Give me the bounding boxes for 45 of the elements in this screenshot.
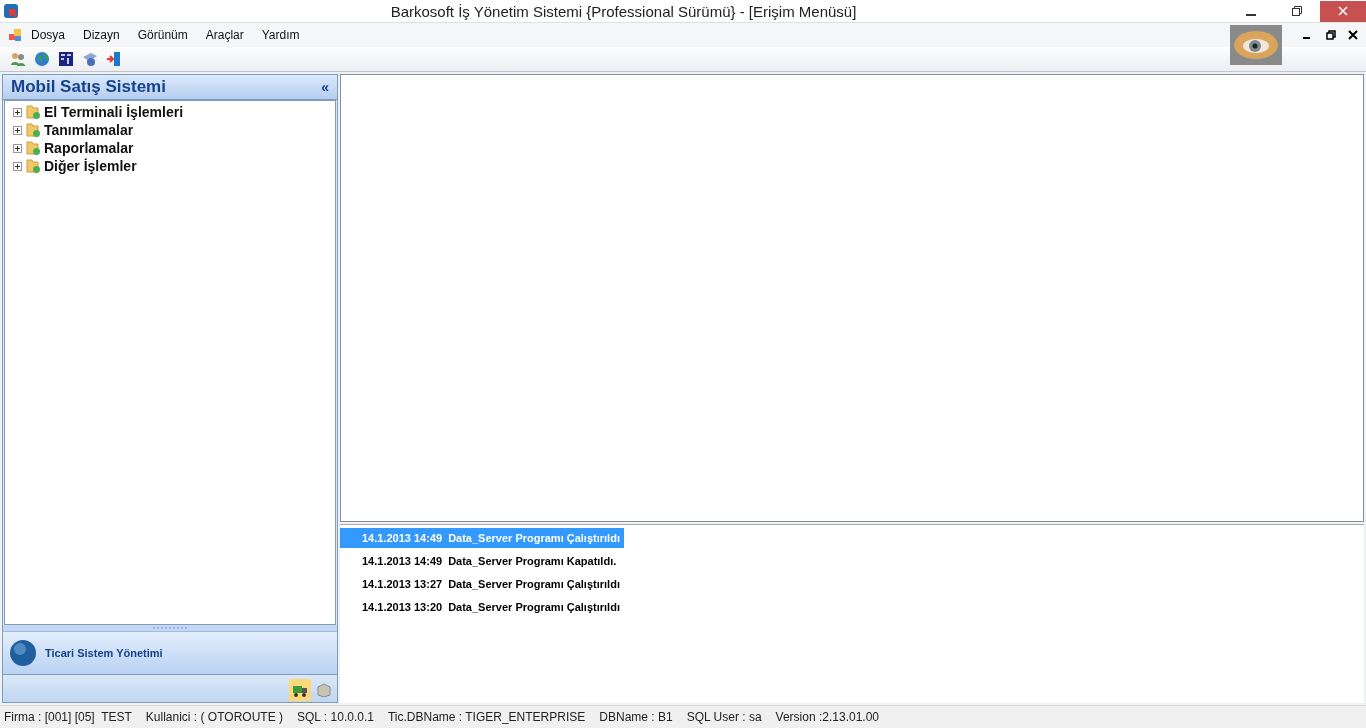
folder-icon [25,104,41,120]
log-entry[interactable]: 14.1.2013 13:20 Data_Server Programı Çalıştırıldı [340,597,624,617]
log-entry[interactable]: 14.1.2013 13:27 Data_Server Programı Çalıştırıldı [340,574,624,594]
menu-item[interactable]: Görünüm [128,24,197,46]
tree-item[interactable]: El Terminali İşlemleri [44,104,184,120]
close-button[interactable] [1320,0,1366,22]
status-item: Firma : [001] [05] TEST [4,710,132,724]
splitter-handle[interactable] [3,625,337,631]
collapse-button[interactable]: « [321,79,329,95]
status-item: Version :2.13.01.00 [775,710,879,724]
status-item: Kullanici : ( OTOROUTE ) [145,710,283,724]
eye-picture [1230,25,1282,65]
mdi-close-icon[interactable] [1348,30,1358,40]
window-title: Barkosoft İş Yönetim Sistemi {Professional Sürümü} - [Erişim Menüsü] [389,2,858,20]
mdi-restore-icon[interactable] [1326,30,1336,40]
status-item: DBName : B1 [599,710,673,724]
folder-icon [25,122,41,138]
close-icon [1338,6,1348,16]
sidebar-title: Mobil Satış Sistemi [11,77,166,97]
chart-board-icon[interactable] [56,49,76,69]
expand-icon[interactable] [13,125,22,135]
menu-item[interactable]: Dosya [22,24,74,46]
app-menu-icon[interactable] [8,28,22,42]
tree-item[interactable]: Raporlamalar [44,140,134,156]
globe-icon[interactable] [32,49,52,69]
nav-button[interactable]: Ticari Sistem Yönetimi [3,631,337,675]
menu-item[interactable]: Yardım [252,24,309,46]
app-logo-icon [3,3,19,19]
status-item: Tic.DBName : TIGER_ENTERPRISE [387,710,586,724]
status-item: SQL : 10.0.0.1 [296,710,374,724]
tree-item[interactable]: Tanımlamalar [44,122,134,138]
expand-icon[interactable] [13,143,22,153]
truck-icon[interactable] [289,679,311,701]
expand-icon[interactable] [13,107,22,117]
minimize-icon [1246,14,1256,16]
folder-icon [25,158,41,174]
folder-icon [25,140,41,156]
menu-item[interactable]: Dizayn [74,24,129,46]
tree-item[interactable]: Diğer İşlemler [44,158,137,174]
menu-item[interactable]: Araçlar [196,24,253,46]
expand-icon[interactable] [13,161,22,171]
restore-icon [1292,6,1302,16]
globe-icon [9,639,37,667]
log-entry[interactable]: 14.1.2013 14:49 Data_Server Programı Kapatıldı. [340,551,621,571]
status-item: SQL User : sa [686,710,762,724]
